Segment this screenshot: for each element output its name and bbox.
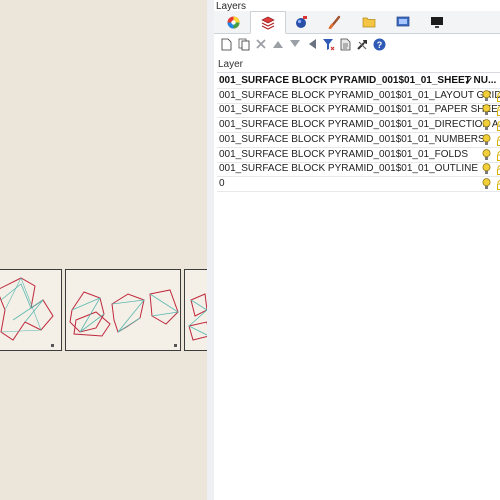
move-down-icon [289,40,300,47]
tools-icon [357,39,367,50]
layer-row[interactable]: 001_SURFACE BLOCK PYRAMID_001$01_01_LAYO… [217,89,500,104]
visibility-bulb-icon[interactable] [482,178,491,190]
brush-icon [328,15,341,29]
move-up-button[interactable] [271,38,284,51]
visibility-bulb-icon[interactable] [482,104,491,116]
current-layer-check-icon[interactable]: ✓ [464,74,474,88]
panel-tabbar [214,11,500,34]
color-wheel-icon [227,16,239,28]
sheet-thumbnail-3[interactable] [184,269,207,351]
layer-row[interactable]: 0 [217,177,500,192]
tab-layers[interactable] [250,11,286,34]
layer-stack-icon [261,16,275,30]
visibility-bulb-icon[interactable] [482,89,491,102]
layer-name[interactable]: 001_SURFACE BLOCK PYRAMID_001$01_01_NUMB… [219,134,485,145]
tab-color-wheel[interactable] [216,12,250,32]
new-layer-button[interactable] [220,38,233,51]
layer-row[interactable]: 001_SURFACE BLOCK PYRAMID_001$01_01_PAPE… [217,103,500,119]
tab-monitor[interactable] [420,12,454,32]
monitor-icon [431,16,443,28]
new-layer-icon [221,38,232,50]
filter-button[interactable] [322,38,335,51]
layer-column-label: Layer [218,59,244,70]
move-up-icon [272,41,283,48]
display-icon [396,16,410,27]
sheet-thumbnail-2[interactable] [65,269,181,351]
layer-name[interactable]: 001_SURFACE BLOCK PYRAMID_001$01_01_LAYO… [219,90,500,101]
copy-layer-button[interactable] [237,38,250,51]
layer-row[interactable]: 001_SURFACE BLOCK PYRAMID_001$01_01_FOLD… [217,148,500,163]
visibility-bulb-icon[interactable] [482,119,491,131]
tab-render[interactable] [318,12,352,32]
sheet-3-drawing [188,293,207,341]
layer-properties-button[interactable] [339,38,352,51]
sheet-1-drawing [0,277,54,347]
layer-row[interactable]: 001_SURFACE BLOCK PYRAMID_001$01_01_DIRE… [217,118,500,134]
svg-text:?: ? [377,40,383,50]
help-button[interactable]: ? [373,38,386,51]
tools-button[interactable] [356,38,369,51]
visibility-bulb-icon[interactable] [482,148,491,161]
layer-name[interactable]: 001_SURFACE BLOCK PYRAMID_001$01_01_DIRE… [219,119,500,130]
tab-display[interactable] [386,12,420,32]
material-ball-icon [296,16,307,28]
layer-row[interactable]: 001_SURFACE BLOCK PYRAMID_001$01_01_OUTL… [217,162,500,178]
layer-column-header[interactable]: Layer [217,58,500,73]
move-left-icon [308,39,316,49]
move-down-button[interactable] [288,38,301,51]
layer-row[interactable]: 001_SURFACE BLOCK PYRAMID_001$01_01_NUMB… [217,133,500,148]
layers-toolbar: ? [214,33,500,55]
viewport[interactable] [0,0,208,500]
filter-icon [323,38,335,50]
layer-name[interactable]: 001_SURFACE BLOCK PYRAMID_001$01_01_OUTL… [219,163,478,174]
layer-name[interactable]: 0 [219,178,225,189]
sheet-2-drawing [69,289,180,347]
tab-materials[interactable] [284,12,318,32]
layer-name[interactable]: 001_SURFACE BLOCK PYRAMID_001$01_01_FOLD… [219,149,468,160]
visibility-bulb-icon[interactable] [482,163,491,175]
delete-layer-button[interactable] [254,38,267,51]
folder-icon [362,17,376,28]
move-out-button[interactable] [305,38,318,51]
visibility-bulb-icon[interactable] [482,134,491,146]
layer-row[interactable]: 001_SURFACE BLOCK PYRAMID_001$01_01_SHEE… [217,74,500,89]
layers-panel: Layers ? Layer 001_SURFACE BLOCK PYRAMID… [214,0,500,500]
delete-icon [255,39,266,49]
sheet-thumbnail-1[interactable] [0,269,62,351]
layer-name[interactable]: 001_SURFACE BLOCK PYRAMID_001$01_01_SHEE… [219,75,496,86]
layer-name[interactable]: 001_SURFACE BLOCK PYRAMID_001$01_01_PAPE… [219,104,500,115]
properties-icon [340,38,350,50]
copy-layer-icon [238,38,249,50]
help-icon: ? [373,38,386,50]
tab-files[interactable] [352,12,386,32]
